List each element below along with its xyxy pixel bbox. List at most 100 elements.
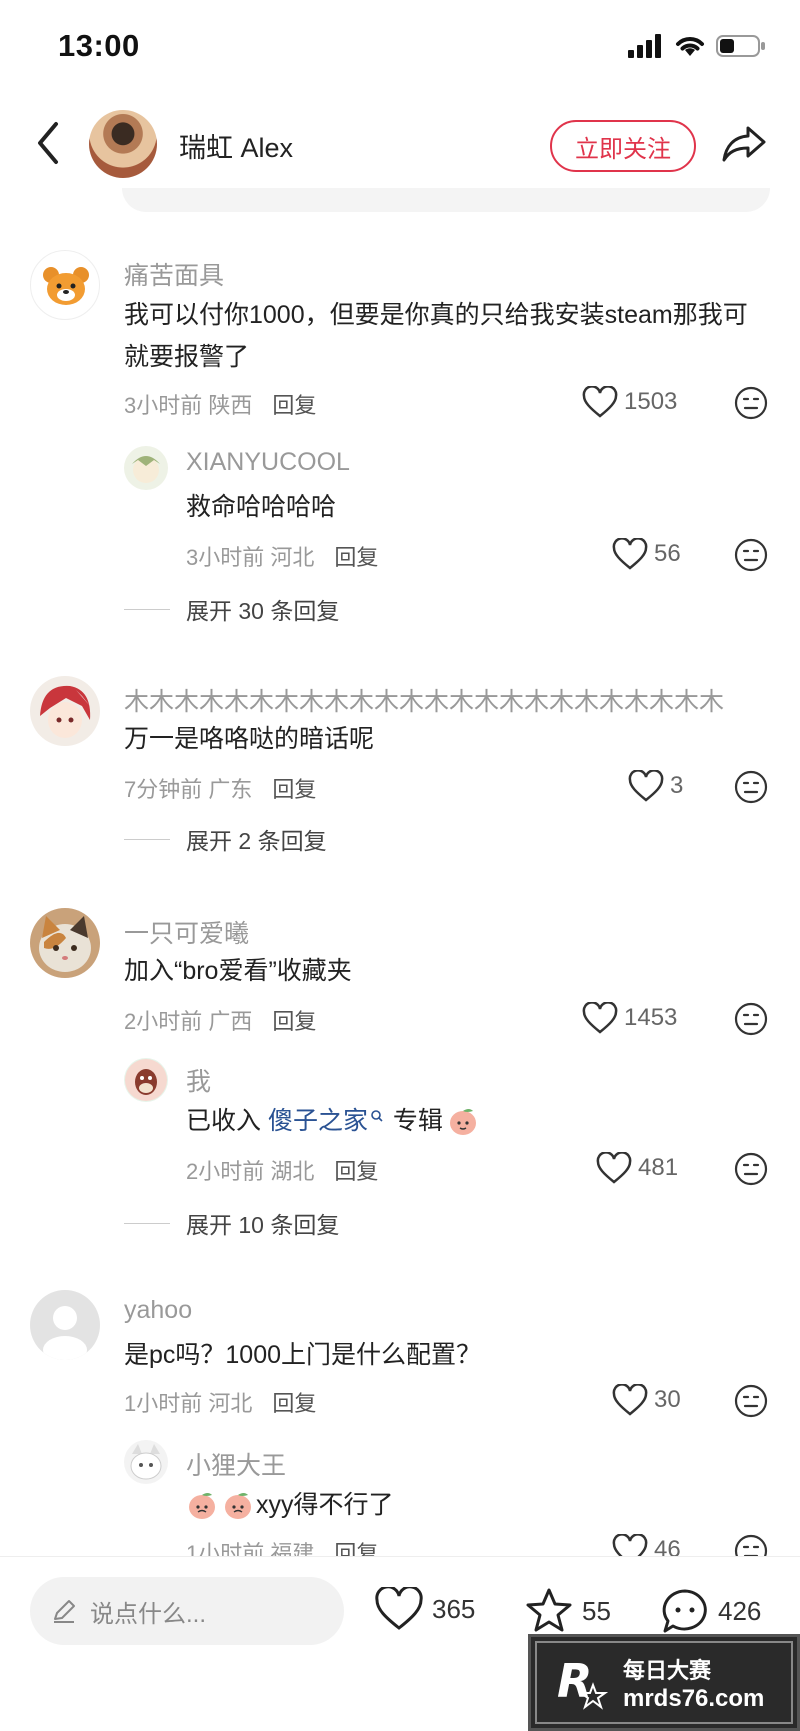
like-button[interactable]: 1503 <box>582 386 677 418</box>
peach-emoji-icon <box>189 1493 215 1519</box>
expand-replies-button[interactable]: 展开 10 条回复 <box>124 1206 339 1240</box>
post-favorite-count: 55 <box>582 1595 611 1626</box>
fox-avatar-art <box>130 1444 162 1480</box>
user-avatar-art <box>40 685 91 738</box>
comment-username[interactable]: 痛苦面具 <box>124 256 224 292</box>
user-avatar[interactable] <box>30 676 100 746</box>
comment-meta: 7分钟前 广东 回复 <box>124 772 316 804</box>
heart-icon <box>612 538 648 570</box>
post-favorite-button[interactable]: 55 <box>524 1587 611 1635</box>
like-button[interactable]: 1453 <box>582 1002 677 1034</box>
dislike-face-icon[interactable] <box>734 1002 768 1036</box>
watermark-line1: 每日大赛 <box>623 1657 712 1683</box>
like-count: 481 <box>638 1154 679 1181</box>
peach-emoji-icon <box>225 1493 251 1519</box>
comment-text: 加入“bro爱看”收藏夹 <box>124 957 352 985</box>
reply-button[interactable]: 回复 <box>272 1391 316 1416</box>
comment-username[interactable]: yahoo <box>124 1296 192 1325</box>
heart-icon <box>612 1384 648 1416</box>
like-button[interactable]: 56 <box>612 538 681 570</box>
comment-input[interactable]: 说点什么... <box>30 1577 344 1645</box>
comment-text: 万一是咯咯哒的暗话呢 <box>124 725 375 753</box>
comment-meta: 2小时前 广西 回复 <box>124 1004 316 1036</box>
back-arrow-icon[interactable] <box>30 118 66 168</box>
peach-emoji-icon <box>449 1109 476 1135</box>
reply-button[interactable]: 回复 <box>272 1009 316 1034</box>
dislike-face-icon[interactable] <box>734 1384 768 1418</box>
horse-avatar-art <box>125 1059 167 1101</box>
reply-username[interactable]: XIANYUCOOL <box>186 448 350 477</box>
comment-username[interactable]: 木木木木木木木木木木木木木木木木木木木木木木木木 <box>124 682 768 718</box>
wifi-icon <box>676 37 704 56</box>
comment-username[interactable]: 一只可爱曦 <box>124 914 249 950</box>
default-avatar-art <box>43 1306 87 1360</box>
share-icon[interactable] <box>720 122 768 166</box>
heart-icon <box>596 1152 632 1184</box>
reply-button[interactable]: 回复 <box>334 545 378 570</box>
divider-line <box>124 838 170 840</box>
like-count: 1503 <box>624 388 678 415</box>
expand-replies-button[interactable]: 展开 30 条回复 <box>124 592 339 626</box>
reply-button[interactable]: 回复 <box>272 777 316 802</box>
reply-text: 已收入 傻子之家 专辑 <box>186 1100 479 1142</box>
pencil-icon <box>54 1600 75 1623</box>
search-icon <box>371 1110 383 1122</box>
dislike-face-icon[interactable] <box>734 1152 768 1186</box>
comment-text: 是pc吗？1000上门是什么配置？ <box>124 1341 482 1369</box>
default-avatar-icon[interactable] <box>30 1290 100 1360</box>
reply-button[interactable]: 回复 <box>334 1159 378 1184</box>
expand-label: 展开 10 条回复 <box>186 1212 340 1238</box>
reply-username[interactable]: 我 <box>186 1062 211 1098</box>
author-name[interactable]: 瑞虹 Alex <box>179 126 293 165</box>
like-count: 3 <box>670 772 684 799</box>
watermark-line2: mrds76.com <box>623 1684 765 1712</box>
like-button[interactable]: 3 <box>628 770 683 802</box>
post-comment-button[interactable]: 426 <box>660 1587 761 1635</box>
reply-meta: 3小时前 河北 回复 <box>186 540 378 572</box>
post-like-button[interactable]: 365 <box>374 1587 475 1631</box>
dislike-face-icon[interactable] <box>734 386 768 420</box>
watermark-text: 每日大赛 mrds76.com <box>623 1653 764 1713</box>
reply-avatar[interactable] <box>124 1058 168 1102</box>
bear-avatar-icon <box>43 267 89 305</box>
cat-avatar-art <box>39 916 91 972</box>
reply-avatar[interactable] <box>124 446 168 490</box>
reply-avatar[interactable] <box>124 1440 168 1484</box>
comment-bubble-icon <box>662 1589 707 1633</box>
post-like-count: 365 <box>432 1593 476 1624</box>
reply-text-prefix: 已收入 <box>186 1107 268 1135</box>
reply-text: 救命哈哈哈哈 <box>186 493 337 521</box>
heart-icon <box>582 386 618 418</box>
reply-avatar-art <box>132 456 160 483</box>
comment-time-location: 1小时前 河北 <box>124 1391 253 1416</box>
dislike-face-icon[interactable] <box>734 770 768 804</box>
expand-label: 展开 2 条回复 <box>186 828 327 854</box>
expand-replies-button[interactable]: 展开 2 条回复 <box>124 822 327 856</box>
reply-time-location: 3小时前 河北 <box>186 545 315 570</box>
album-mention-link[interactable]: 傻子之家 <box>268 1100 368 1142</box>
status-icons <box>628 34 766 58</box>
comment-input-placeholder: 说点什么... <box>90 1600 207 1628</box>
status-bar: 13:00 <box>0 0 800 96</box>
comment-time-location: 7分钟前 广东 <box>124 777 253 802</box>
dislike-face-icon[interactable] <box>734 538 768 572</box>
user-avatar[interactable] <box>30 250 100 320</box>
comment-meta: 1小时前 河北 回复 <box>124 1386 316 1418</box>
comment-meta: 3小时前 陕西 回复 <box>124 388 316 420</box>
star-icon <box>526 1588 572 1632</box>
heart-icon <box>628 770 664 802</box>
reply-button[interactable]: 回复 <box>272 393 316 418</box>
expand-label: 展开 30 条回复 <box>186 598 340 624</box>
like-button[interactable]: 30 <box>612 1384 681 1416</box>
divider-line <box>124 608 170 610</box>
divider-line <box>124 1222 170 1224</box>
like-button[interactable]: 481 <box>596 1152 678 1184</box>
author-avatar[interactable] <box>89 110 157 178</box>
reply-username[interactable]: 小狸大王 <box>186 1446 286 1482</box>
reply-meta: 2小时前 湖北 回复 <box>186 1154 378 1186</box>
follow-button[interactable]: 立即关注 <box>550 120 696 172</box>
battery-icon <box>716 35 765 57</box>
like-count: 1453 <box>624 1004 678 1031</box>
user-avatar[interactable] <box>30 908 100 978</box>
reply-text: xyy得不行了 <box>186 1484 394 1526</box>
